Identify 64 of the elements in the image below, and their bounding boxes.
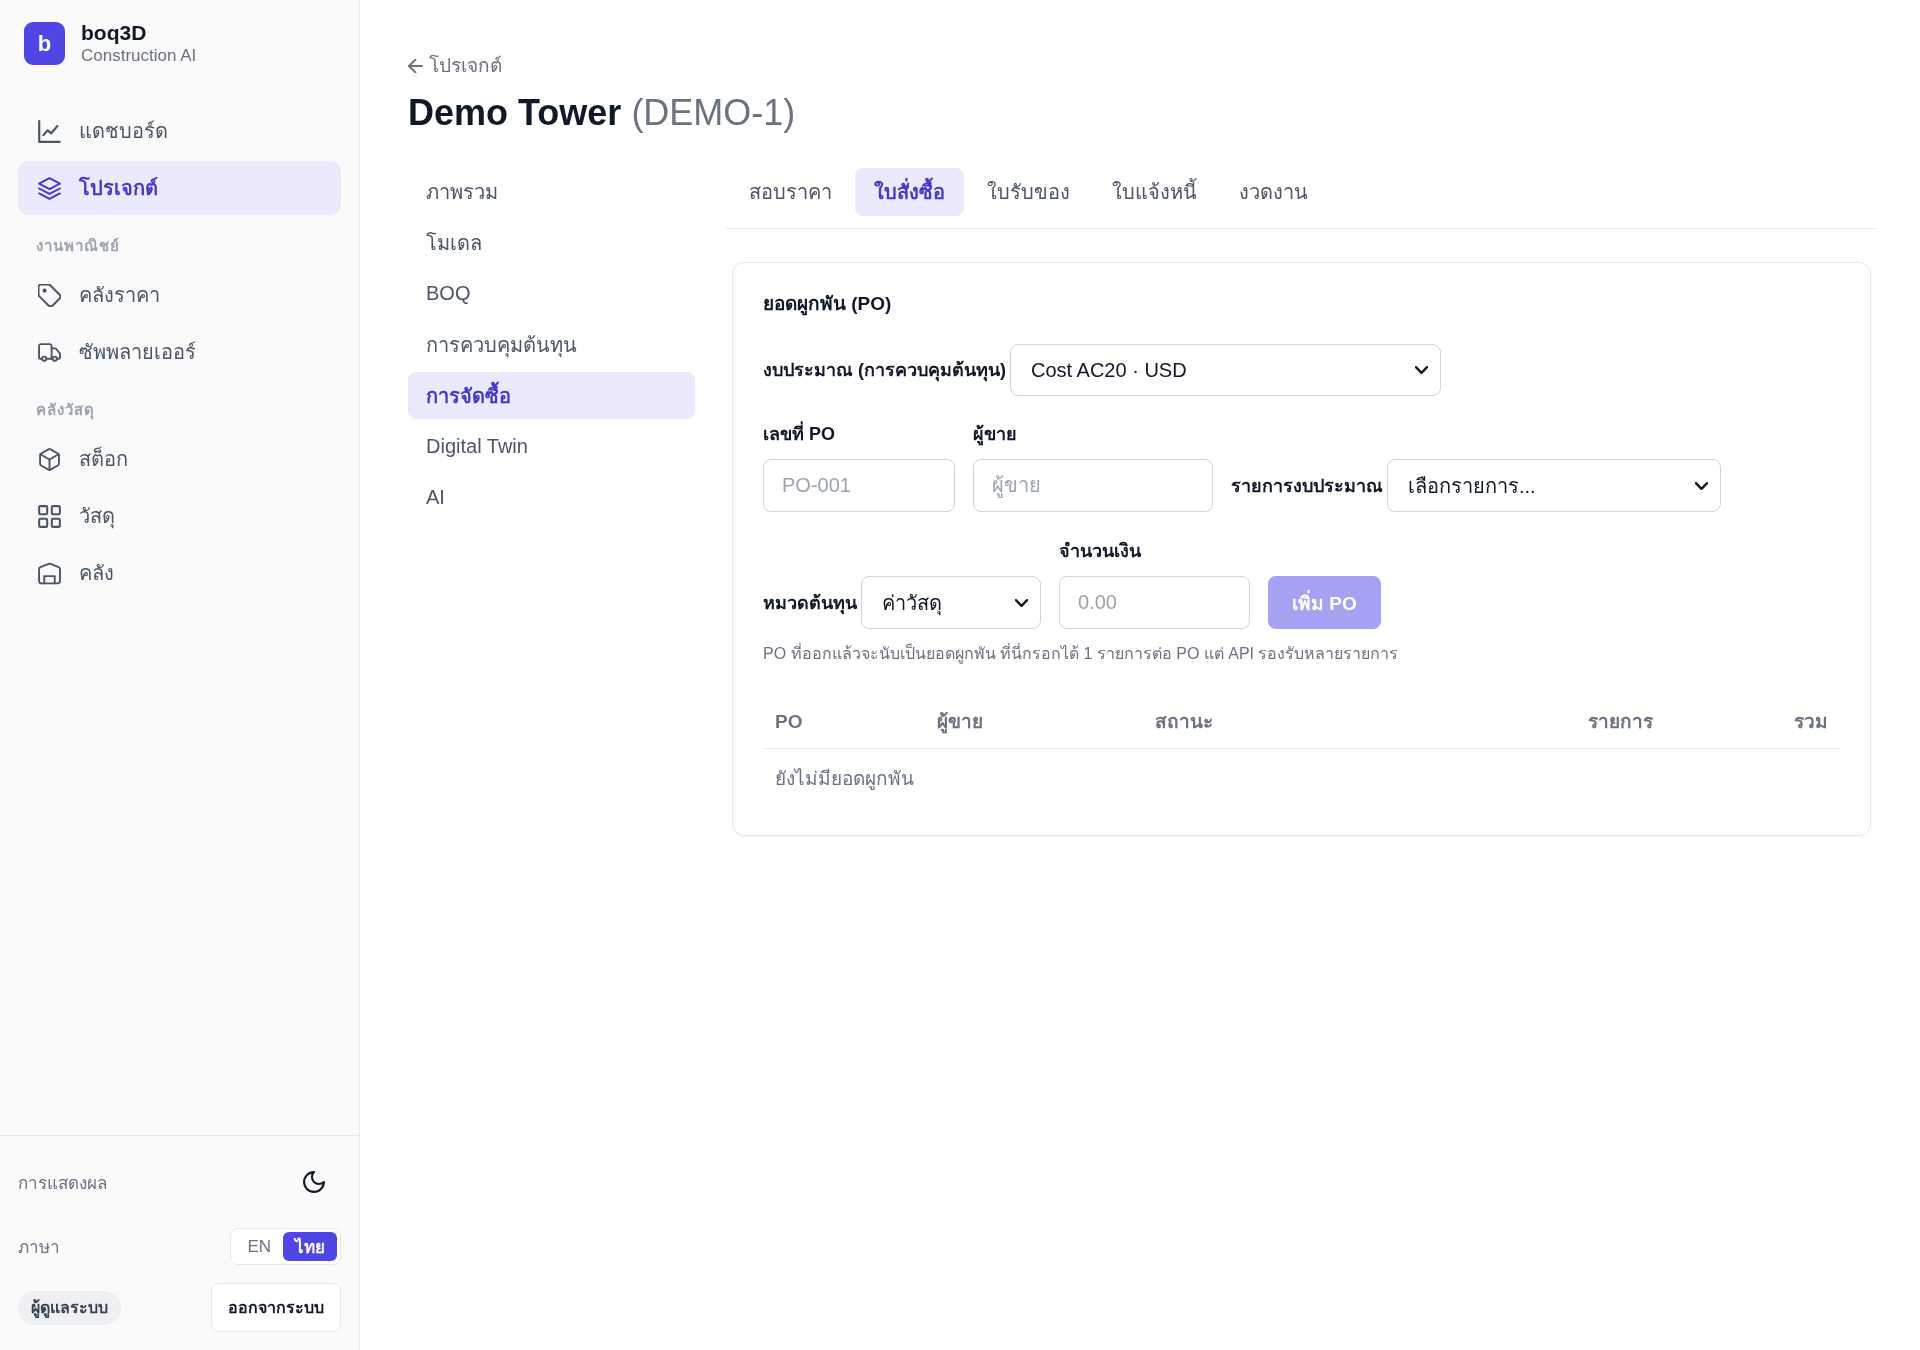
tab[interactable]: งวดงาน <box>1220 168 1327 216</box>
project-title: Demo Tower <box>408 92 622 133</box>
grid-icon <box>38 504 61 528</box>
role-badge: ผู้ดูแลระบบ <box>18 1290 121 1325</box>
field-label: จำนวนเงิน <box>1059 540 1142 562</box>
sidebar-nav-item[interactable]: สต็อก <box>18 432 341 486</box>
empty-state-text: ยังไม่มียอดผูกพัน <box>774 767 915 792</box>
sidebar-nav-item[interactable]: วัสดุ <box>18 489 341 543</box>
warehouse-icon <box>38 561 61 585</box>
budget-item-select[interactable]: เลือกรายการ... <box>1387 459 1721 512</box>
section-nav-item[interactable]: BOQ <box>408 270 695 317</box>
sidebar-nav-item[interactable]: แดชบอร์ด <box>18 104 341 158</box>
nav-section-heading: งานพาณิชย์ <box>35 236 121 256</box>
column-header: รายการ <box>1587 710 1654 734</box>
logout-button[interactable]: ออกจากระบบ <box>211 1283 341 1332</box>
cube-icon <box>38 447 61 471</box>
app-name: boq3D <box>81 21 148 45</box>
line-chart-icon <box>38 119 61 143</box>
sidebar-nav-item[interactable]: คลังราคา <box>18 268 341 322</box>
chevron-down-icon <box>1695 481 1708 490</box>
project-code: (DEMO-1) <box>631 92 796 133</box>
field-label: หมวดต้นทุน <box>763 591 857 614</box>
amount-input[interactable]: 0.00 <box>1059 576 1250 629</box>
section-nav-item[interactable]: Digital Twin <box>408 423 695 470</box>
nav-section-heading: คลังวัสดุ <box>35 400 96 420</box>
app-tagline: Construction AI <box>81 45 197 66</box>
tab[interactable]: ใบแจ้งหนี้ <box>1093 168 1216 216</box>
po-number-input[interactable]: PO-001 <box>763 459 955 512</box>
language-option[interactable]: EN <box>239 1232 279 1261</box>
cost-category-select[interactable]: ค่าวัสดุ <box>861 576 1041 629</box>
field-label: เลขที่ PO <box>763 423 955 445</box>
section-nav-item[interactable]: โมเดล <box>408 219 695 266</box>
language-option[interactable]: ไทย <box>283 1232 337 1261</box>
column-header: สถานะ <box>1154 710 1214 734</box>
section-nav-item[interactable]: AI <box>408 474 695 521</box>
tab[interactable]: ใบสั่งซื้อ <box>855 168 964 216</box>
setting-label: ภาษา <box>18 1237 60 1259</box>
section-nav-item[interactable]: ภาพรวม <box>408 168 695 215</box>
section-nav-item[interactable]: การควบคุมต้นทุน <box>408 321 695 368</box>
field-label: ผู้ขาย <box>973 423 1018 445</box>
moon-icon[interactable] <box>303 1171 325 1193</box>
field-label: รายการงบประมาณ <box>1231 474 1383 497</box>
sidebar-nav-item[interactable]: คลัง <box>18 546 341 600</box>
setting-label: การแสดงผล <box>18 1172 107 1195</box>
card-title: ยอดผูกพัน (PO) <box>763 293 893 315</box>
tag-icon <box>38 283 61 307</box>
column-header: PO <box>774 710 804 734</box>
chevron-down-icon <box>1415 366 1428 374</box>
column-header: รวม <box>1793 710 1829 734</box>
vendor-input[interactable]: ผู้ขาย <box>973 459 1213 512</box>
column-header: ผู้ขาย <box>936 710 984 736</box>
chevron-down-icon <box>1015 598 1028 607</box>
back-link[interactable]: โปรเจกต์ <box>408 54 502 78</box>
layers-icon <box>38 176 61 200</box>
section-nav-item[interactable]: การจัดซื้อ <box>408 372 695 419</box>
tab[interactable]: สอบราคา <box>730 168 851 216</box>
logo-tile: b <box>24 22 65 65</box>
field-label: งบประมาณ (การควบคุมต้นทุน) <box>763 359 1006 381</box>
tab[interactable]: ใบรับของ <box>968 168 1089 216</box>
hint-text: PO ที่ออกแล้วจะนับเป็นยอดผูกพัน ที่นี่กรอกได้ 1 รายการต่อ PO แต่ API รองรับหลายรายการ <box>763 644 1400 664</box>
sidebar-nav-item[interactable]: ซัพพลายเออร์ <box>18 325 341 379</box>
truck-icon <box>38 340 61 364</box>
sidebar-nav-item[interactable]: โปรเจกต์ <box>18 161 341 215</box>
budget-select[interactable]: Cost AC20 · USD <box>1010 344 1441 396</box>
